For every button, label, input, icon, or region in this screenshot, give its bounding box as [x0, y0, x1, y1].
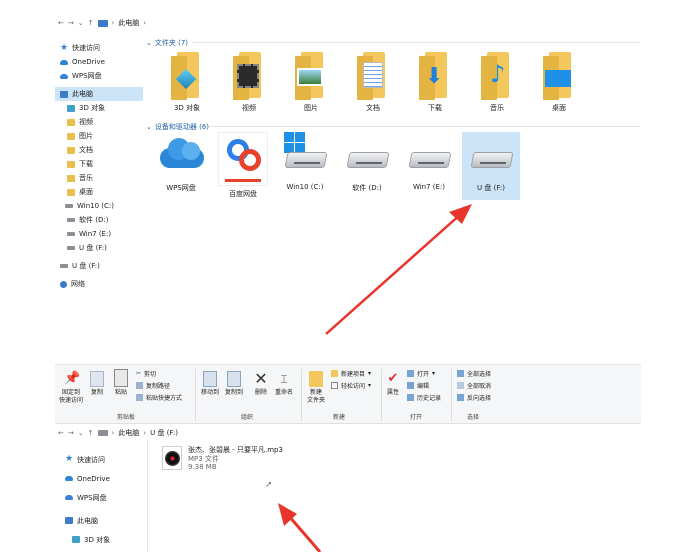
red-arrow-bottom [278, 503, 322, 552]
red-arrow-top [325, 204, 472, 335]
annotation-arrows [278, 204, 472, 552]
